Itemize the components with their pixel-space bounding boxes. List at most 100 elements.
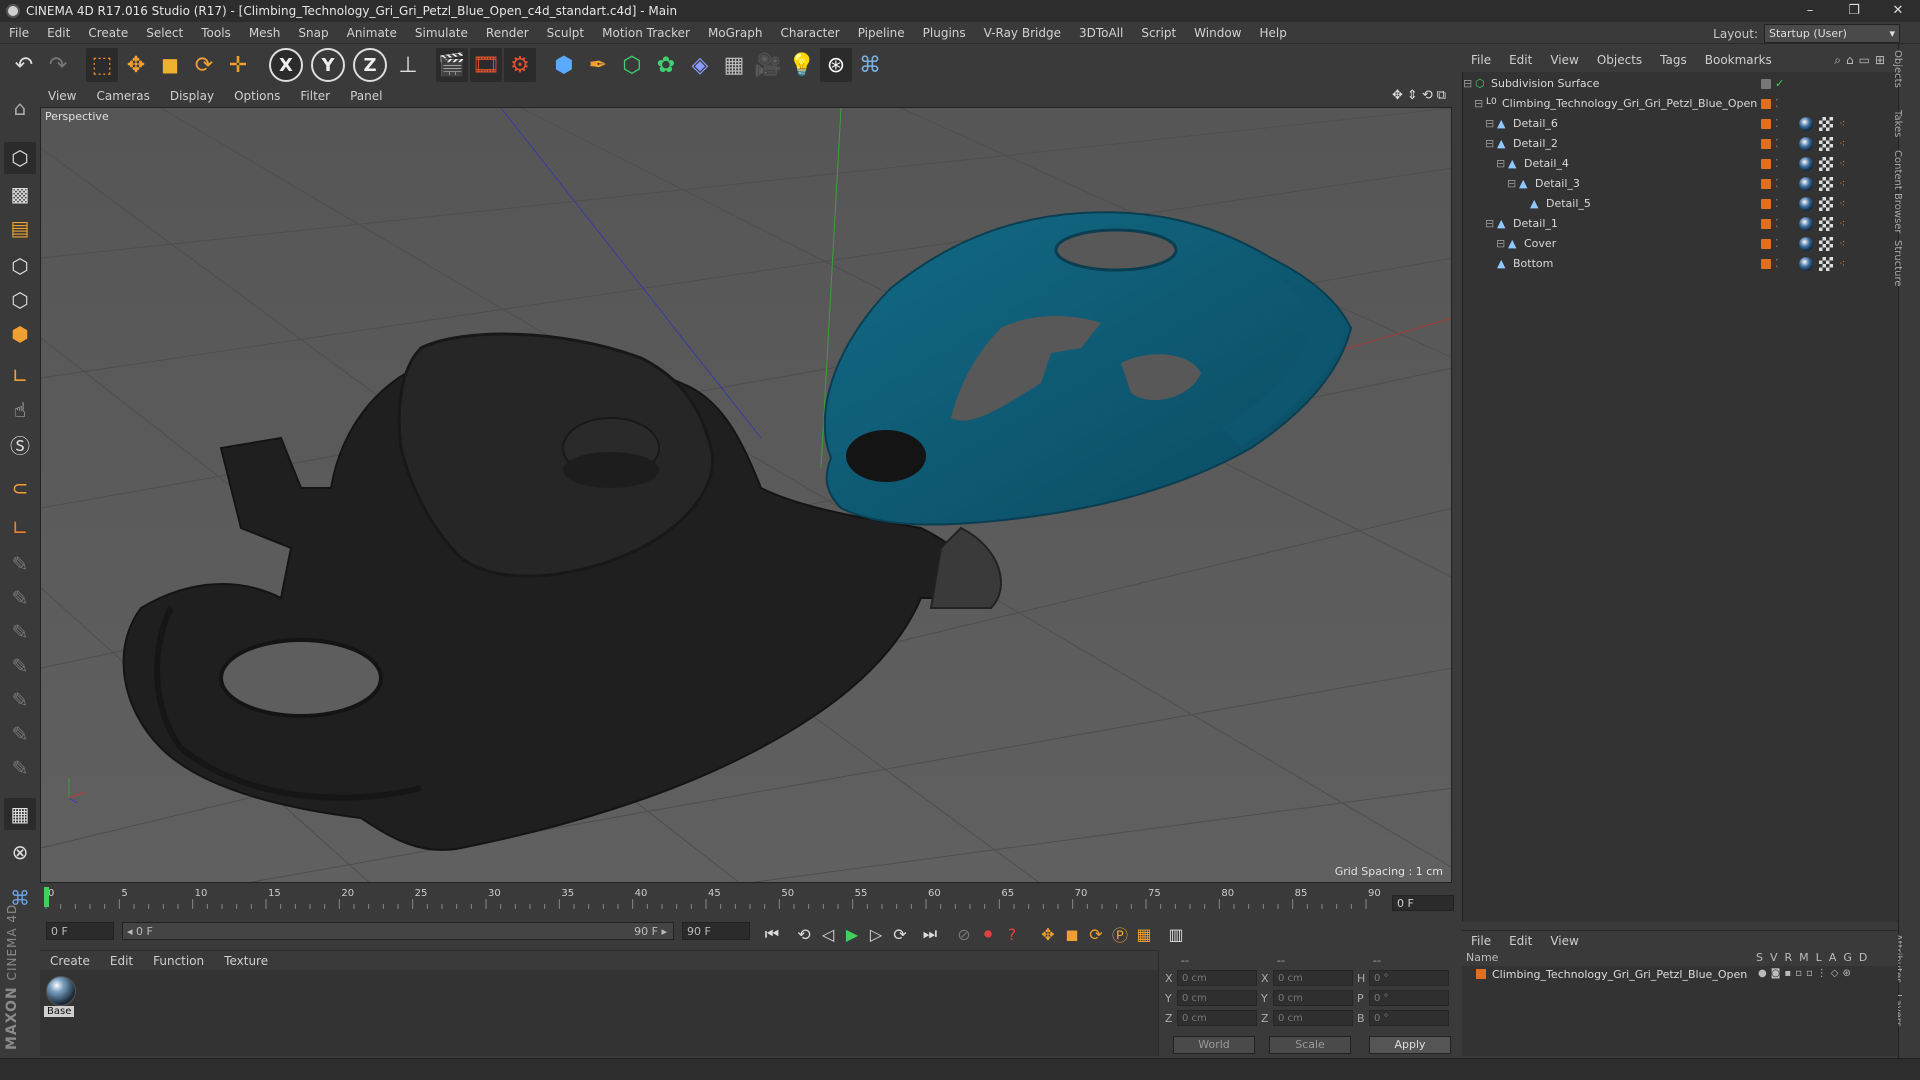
- points-mode-icon[interactable]: ⬡: [4, 250, 36, 282]
- object-row[interactable]: ⊟ ▲ Detail_2 ⁚ ⁖: [1463, 134, 1899, 154]
- move-tool-icon[interactable]: ✥: [120, 48, 152, 82]
- menu-mesh[interactable]: Mesh: [240, 26, 290, 40]
- layer-menu-edit[interactable]: Edit: [1500, 934, 1541, 948]
- sculpt-brush-5-icon[interactable]: ✎: [4, 684, 36, 716]
- rot-h-field[interactable]: 0 °: [1369, 970, 1449, 986]
- layer-menu-view[interactable]: View: [1541, 934, 1587, 948]
- key-parameter-icon[interactable]: Ⓟ: [1108, 922, 1132, 946]
- object-row[interactable]: ▲ Detail_5 ⁚ ⁖: [1463, 194, 1899, 214]
- timeline-window-icon[interactable]: ▥: [1164, 922, 1188, 946]
- size-z-field[interactable]: 0 cm: [1273, 1010, 1353, 1026]
- rot-p-field[interactable]: 0 °: [1369, 990, 1449, 1006]
- sculpt-brush-7-icon[interactable]: ✎: [4, 752, 36, 784]
- expand-toggle-icon[interactable]: ⊟: [1485, 217, 1497, 230]
- tab-takes[interactable]: Takes: [1892, 110, 1903, 137]
- layer-flag-header[interactable]: G: [1843, 951, 1852, 964]
- viewport-menu-cameras[interactable]: Cameras: [86, 89, 159, 103]
- expand-toggle-icon[interactable]: ⊟: [1463, 77, 1475, 90]
- material-tag-icon[interactable]: [1799, 237, 1813, 251]
- live-selection-icon[interactable]: ⬚: [86, 48, 118, 82]
- uvw-tag-icon[interactable]: [1819, 237, 1833, 251]
- coordinate-system-icon[interactable]: ⊥: [392, 48, 424, 82]
- layer-color-icon[interactable]: [1761, 159, 1771, 169]
- material-tag-icon[interactable]: [1799, 157, 1813, 171]
- viewport-menu-display[interactable]: Display: [160, 89, 224, 103]
- uvw-tag-icon[interactable]: [1819, 217, 1833, 231]
- scale-tool-icon[interactable]: ◼: [154, 48, 186, 82]
- expand-toggle-icon[interactable]: ⊟: [1485, 137, 1497, 150]
- menu-vray-bridge[interactable]: V-Ray Bridge: [975, 26, 1070, 40]
- apply-button[interactable]: Apply: [1369, 1036, 1451, 1054]
- axis-mode-icon[interactable]: ∟: [4, 360, 36, 392]
- menu-snap[interactable]: Snap: [289, 26, 337, 40]
- restore-button[interactable]: ❐: [1832, 0, 1876, 22]
- make-editable-icon[interactable]: ⌂: [4, 92, 36, 124]
- current-frame-field[interactable]: 0 F: [1392, 895, 1454, 911]
- go-to-end-icon[interactable]: ⏭: [918, 922, 942, 946]
- python-icon[interactable]: ⌘: [854, 48, 886, 82]
- perspective-viewport[interactable]: Perspective Grid Spacing : 1 cm: [40, 107, 1452, 883]
- layer-row[interactable]: Climbing_Technology_Gri_Gri_Petzl_Blue_O…: [1462, 966, 1898, 984]
- object-row[interactable]: ⊟ L0 Climbing_Technology_Gri_Gri_Petzl_Blu…: [1463, 94, 1899, 114]
- object-row[interactable]: ⊟ ▲ Detail_3 ⁚ ⁖: [1463, 174, 1899, 194]
- selection-tag-icon[interactable]: ⁖: [1839, 197, 1851, 210]
- floor-grid-icon[interactable]: ▦: [718, 48, 750, 82]
- timeline-ruler[interactable]: 0 5 10 15 20 25 30 35 40 45 50 55 60 65 70 75 80 85 90: [40, 885, 1452, 911]
- redo-icon[interactable]: ↷: [42, 48, 74, 82]
- autokey-icon[interactable]: ⏺: [976, 922, 1000, 946]
- previous-frame-icon[interactable]: ◁: [816, 922, 840, 946]
- selection-tag-icon[interactable]: ⁖: [1839, 237, 1851, 250]
- material-tag-icon[interactable]: [1799, 177, 1813, 191]
- material-menu-edit[interactable]: Edit: [100, 954, 143, 968]
- layer-flag-header[interactable]: R: [1785, 951, 1793, 964]
- uvw-tag-icon[interactable]: [1819, 117, 1833, 131]
- viewport-navigation-icons[interactable]: ✥⇕⟲⧉: [1392, 88, 1450, 103]
- menu-help[interactable]: Help: [1250, 26, 1295, 40]
- visibility-toggle-icon[interactable]: ⁚: [1775, 97, 1787, 110]
- menu-3dtoall[interactable]: 3DToAll: [1070, 26, 1132, 40]
- undo-icon[interactable]: ↶: [8, 48, 40, 82]
- layer-flag-header[interactable]: L: [1816, 951, 1822, 964]
- layer-flag-header[interactable]: V: [1770, 951, 1778, 964]
- menu-window[interactable]: Window: [1185, 26, 1250, 40]
- workplane-mode-icon[interactable]: ▤: [4, 212, 36, 244]
- object-menu-file[interactable]: File: [1462, 53, 1500, 67]
- material-tag-icon[interactable]: [1799, 117, 1813, 131]
- visibility-toggle-icon[interactable]: ⁚: [1775, 237, 1787, 250]
- menu-render[interactable]: Render: [477, 26, 538, 40]
- uvw-tag-icon[interactable]: [1819, 157, 1833, 171]
- expand-toggle-icon[interactable]: ⊟: [1496, 237, 1508, 250]
- polygons-mode-icon[interactable]: ⬢: [4, 318, 36, 350]
- object-menu-tags[interactable]: Tags: [1651, 53, 1696, 67]
- menu-plugins[interactable]: Plugins: [914, 26, 975, 40]
- next-keyframe-icon[interactable]: ⟳: [888, 922, 912, 946]
- coordinate-space-dropdown[interactable]: World: [1173, 1036, 1255, 1054]
- selection-tag-icon[interactable]: ⁖: [1839, 217, 1851, 230]
- expand-toggle-icon[interactable]: ⊟: [1485, 117, 1497, 130]
- layer-flag-header[interactable]: D: [1859, 951, 1867, 964]
- tab-structure[interactable]: Structure: [1892, 240, 1903, 287]
- tab-objects[interactable]: Objects: [1892, 50, 1903, 88]
- tweak-mode-icon[interactable]: ☝: [4, 394, 36, 426]
- key-position-icon[interactable]: ✥: [1036, 922, 1060, 946]
- layer-flag-icons[interactable]: ●◙▪▫▫⋮◇⊛: [1758, 968, 1855, 979]
- viewport-menu-panel[interactable]: Panel: [340, 89, 392, 103]
- previous-keyframe-icon[interactable]: ⟲: [792, 922, 816, 946]
- play-icon[interactable]: ▶: [840, 922, 864, 946]
- close-button[interactable]: ✕: [1876, 0, 1920, 22]
- layer-flag-header[interactable]: S: [1756, 951, 1763, 964]
- material-tag-icon[interactable]: [1799, 197, 1813, 211]
- viewport-menu-filter[interactable]: Filter: [290, 89, 340, 103]
- x-axis-lock-button[interactable]: X: [269, 48, 303, 82]
- menu-animate[interactable]: Animate: [338, 26, 406, 40]
- material-tag-icon[interactable]: [1799, 217, 1813, 231]
- selection-tag-icon[interactable]: ⁖: [1839, 137, 1851, 150]
- menu-create[interactable]: Create: [79, 26, 137, 40]
- edges-mode-icon[interactable]: ⬡: [4, 284, 36, 316]
- grid-lock-icon[interactable]: ▦: [4, 798, 36, 830]
- deformer-icon[interactable]: ◈: [684, 48, 716, 82]
- visibility-toggle-icon[interactable]: ⁚: [1775, 197, 1787, 210]
- y-axis-lock-button[interactable]: Y: [311, 48, 345, 82]
- expand-toggle-icon[interactable]: ⊟: [1507, 177, 1519, 190]
- visibility-toggle-icon[interactable]: ⁚: [1775, 117, 1787, 130]
